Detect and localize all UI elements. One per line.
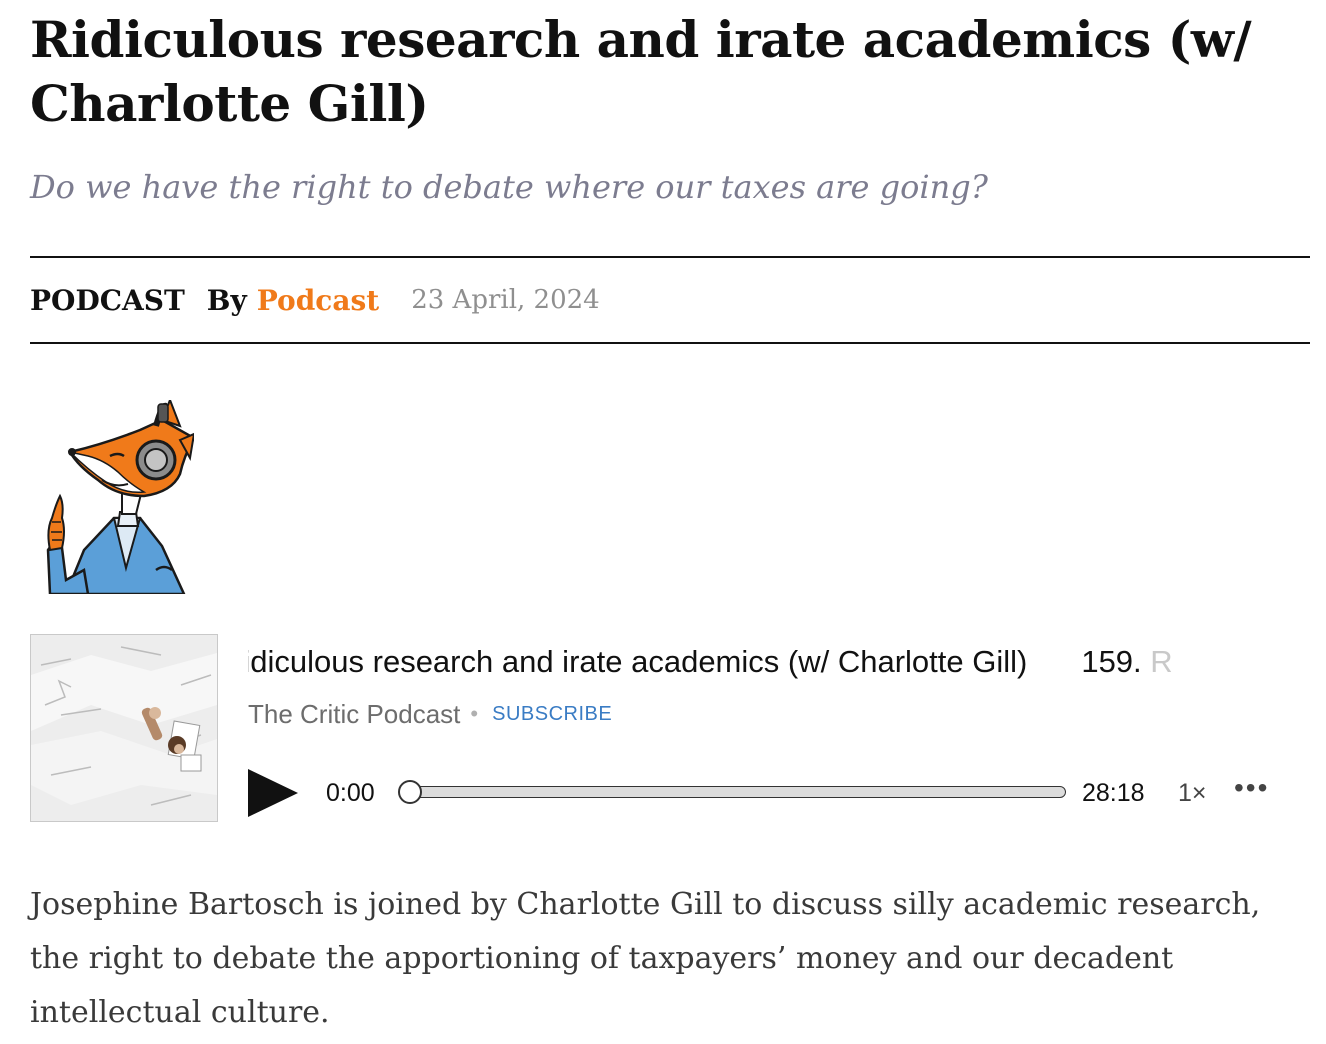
progress-knob[interactable] <box>398 780 422 804</box>
progress-slider[interactable] <box>398 780 1066 804</box>
episode-title: Ridiculous research and irate academics … <box>248 644 1028 679</box>
category-label[interactable]: PODCAST <box>30 284 185 317</box>
progress-track[interactable] <box>404 786 1066 798</box>
duration: 28:18 <box>1082 779 1145 807</box>
episode-number: 159. <box>1081 644 1142 679</box>
paper-pile-image <box>31 635 217 821</box>
article-body: Josephine Bartosch is joined by Charlott… <box>30 887 1261 1030</box>
show-info: The Critic Podcast • SUBSCRIBE <box>248 696 612 732</box>
player-controls: 0:00 28:18 1× ••• <box>246 768 1296 818</box>
podcast-player: Ridiculous research and irate academics … <box>30 634 1310 824</box>
play-icon[interactable] <box>246 768 300 818</box>
subscribe-button[interactable]: SUBSCRIBE <box>492 703 612 726</box>
article-title: Ridiculous research and irate academics … <box>30 10 1252 133</box>
episode-title-next-fade: R <box>1150 644 1173 679</box>
separator-dot: • <box>470 701 479 726</box>
show-name[interactable]: The Critic Podcast <box>248 699 460 730</box>
author-link[interactable]: Podcast <box>257 284 379 317</box>
episode-cover-art[interactable] <box>30 634 218 822</box>
playback-speed-button[interactable]: 1× <box>1178 779 1207 808</box>
divider-bottom <box>30 342 1310 344</box>
more-icon[interactable]: ••• <box>1234 772 1269 804</box>
fox-mascot-logo <box>46 400 194 594</box>
current-time: 0:00 <box>326 779 375 807</box>
article-subtitle: Do we have the right to debate where our… <box>30 168 988 206</box>
divider-top <box>30 256 1310 258</box>
episode-title-marquee: Ridiculous research and irate academics … <box>248 640 1288 684</box>
article-meta: PODCAST By Podcast 23 April, 2024 <box>30 278 600 322</box>
publish-date: 23 April, 2024 <box>411 285 600 315</box>
episode-title-next: 159. R <box>1081 640 1172 684</box>
byline-prefix: By <box>206 283 247 317</box>
